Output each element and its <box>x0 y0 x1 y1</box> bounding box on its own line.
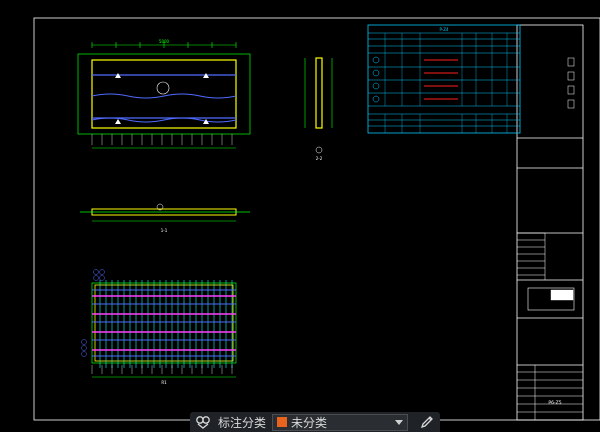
grid-bubble <box>93 275 99 281</box>
plan-dimension-text: 5000 <box>159 39 170 44</box>
rebar-table-title: P-Z4 <box>439 27 449 32</box>
title-glyph <box>567 99 575 109</box>
title-glyph <box>567 57 575 67</box>
grid-bubble <box>99 269 105 275</box>
grid-bubble <box>93 269 99 275</box>
grid-bubble <box>81 339 87 345</box>
side-view-label: 2-2 <box>316 156 323 161</box>
annotation-toolbar: 标注分类 未分类 <box>190 412 440 432</box>
cad-viewport[interactable]: P6-Z5 P-Z4 5000 2-2 1-1 R1 <box>0 0 600 432</box>
category-dropdown[interactable]: 未分类 <box>272 413 409 431</box>
rebar-mark <box>372 95 380 103</box>
support-marker <box>115 119 121 124</box>
rebar-mark <box>372 69 380 77</box>
section-marker <box>156 81 170 95</box>
title-block <box>516 24 584 421</box>
rebar-mark <box>372 56 380 64</box>
chevron-down-icon <box>395 419 404 425</box>
drawing-outer-frame <box>33 17 600 421</box>
title-block-logo-fill <box>550 289 574 301</box>
rebar-table <box>367 24 521 134</box>
title-glyph <box>567 71 575 81</box>
category-selected-value: 未分类 <box>291 415 328 430</box>
annotation-category-label: 标注分类 <box>218 415 267 430</box>
edit-pen-icon[interactable] <box>414 412 440 432</box>
title-block-drawing-number: P6-Z5 <box>548 400 561 406</box>
section-view-label: 1-1 <box>161 228 168 233</box>
category-color-swatch <box>277 417 288 427</box>
grid-outline <box>91 282 237 364</box>
slab-side-outline <box>315 57 323 129</box>
cad-drawing: P6-Z5 P-Z4 5000 2-2 1-1 R1 <box>33 17 600 421</box>
grid-bubble <box>81 351 87 357</box>
grid-bubble <box>81 345 87 351</box>
tags-icon[interactable] <box>190 412 216 432</box>
rebar-wave <box>91 93 237 99</box>
title-glyph <box>567 85 575 95</box>
grid-label: R1 <box>161 380 167 385</box>
side-marker <box>315 146 323 154</box>
grid-bubble <box>99 275 105 281</box>
rebar-mark <box>372 82 380 90</box>
